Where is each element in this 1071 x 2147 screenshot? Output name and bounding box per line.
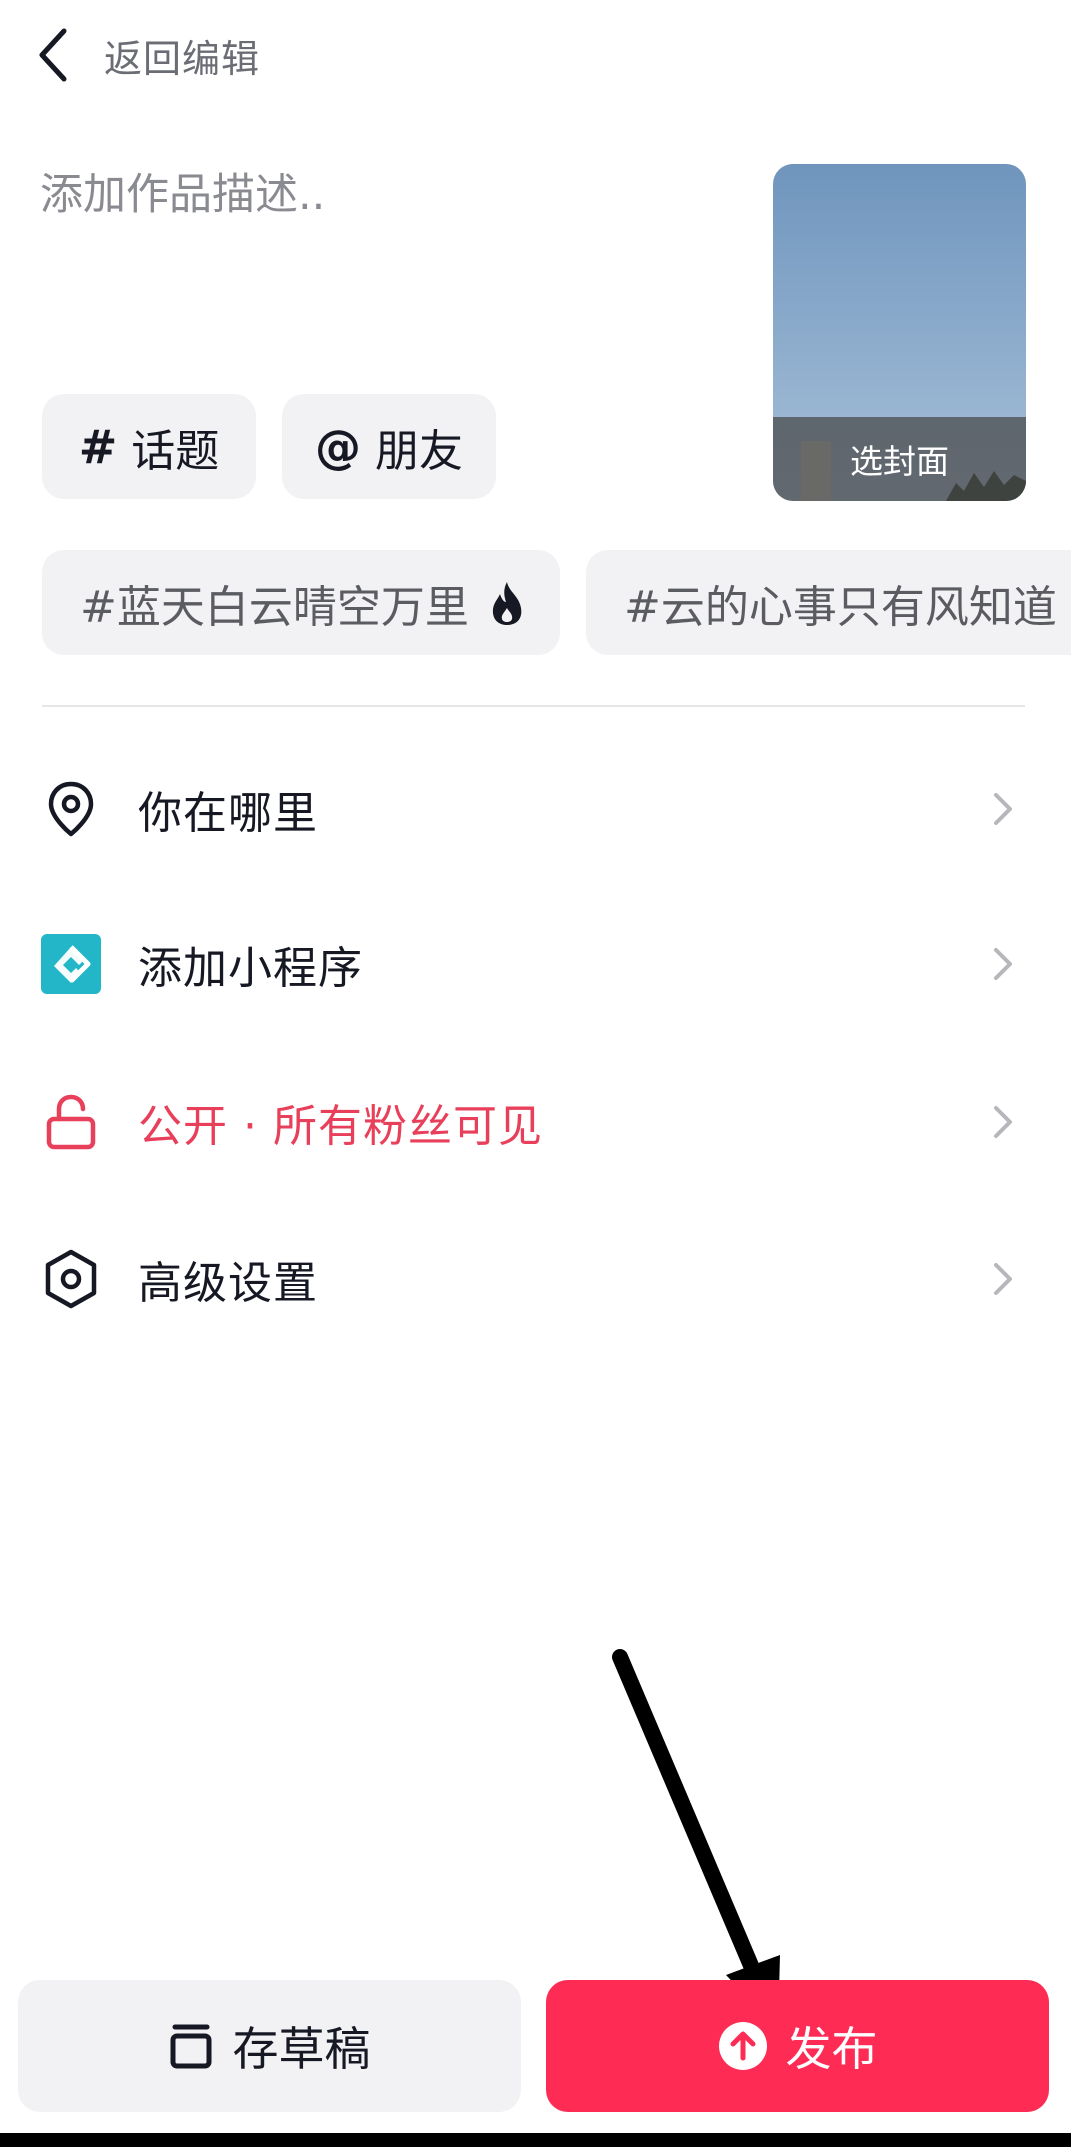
mini-program-icon bbox=[40, 933, 102, 995]
draft-box-icon bbox=[170, 2024, 211, 2069]
chevron-right-icon bbox=[994, 1106, 1012, 1138]
back-button[interactable]: 返回编辑 bbox=[30, 10, 260, 100]
description-input[interactable] bbox=[40, 160, 720, 390]
unlock-icon bbox=[40, 1091, 102, 1153]
advanced-settings-label: 高级设置 bbox=[138, 1258, 318, 1309]
chevron-left-icon bbox=[39, 28, 67, 82]
suggested-topic-chip[interactable]: #云的心事只有风知道 bbox=[586, 550, 1071, 655]
save-draft-button[interactable]: 存草稿 bbox=[18, 1980, 521, 2112]
chevron-right-icon bbox=[994, 948, 1012, 980]
publish-button[interactable]: 发布 bbox=[546, 1980, 1049, 2112]
fire-icon bbox=[492, 581, 522, 625]
topic-chip[interactable]: # 话题 bbox=[42, 394, 256, 499]
mini-program-label: 添加小程序 bbox=[138, 943, 363, 994]
upload-arrow-icon bbox=[718, 2022, 767, 2070]
suggested-topic-label: #蓝天白云晴空万里 bbox=[80, 581, 469, 633]
privacy-row[interactable]: 公开 · 所有粉丝可见 bbox=[0, 1057, 1071, 1187]
topic-chip-label: 话题 bbox=[131, 425, 220, 477]
advanced-settings-row[interactable]: 高级设置 bbox=[0, 1214, 1071, 1344]
mini-program-row[interactable]: 添加小程序 bbox=[0, 899, 1071, 1029]
chevron-right-icon bbox=[994, 793, 1012, 825]
back-label: 返回编辑 bbox=[104, 36, 261, 81]
at-icon: @ bbox=[315, 419, 361, 474]
publish-label: 发布 bbox=[785, 2022, 878, 2076]
settings-hexagon-icon bbox=[40, 1248, 102, 1310]
location-pin-icon bbox=[40, 778, 102, 840]
cover-selector[interactable]: 选封面 bbox=[773, 164, 1026, 501]
friend-chip[interactable]: @ 朋友 bbox=[282, 394, 496, 499]
suggested-topic-label: #云的心事只有风知道 bbox=[624, 581, 1057, 633]
save-draft-label: 存草稿 bbox=[232, 2022, 371, 2076]
divider bbox=[42, 705, 1025, 707]
location-row[interactable]: 你在哪里 bbox=[0, 744, 1071, 874]
privacy-label: 公开 · 所有粉丝可见 bbox=[138, 1101, 543, 1152]
hash-icon: # bbox=[78, 419, 118, 474]
cover-label: 选封面 bbox=[773, 417, 1026, 501]
location-label: 你在哪里 bbox=[138, 788, 318, 839]
friend-chip-label: 朋友 bbox=[375, 425, 463, 477]
bottom-edge-bar bbox=[0, 2133, 1071, 2147]
suggested-topic-chip[interactable]: #蓝天白云晴空万里 bbox=[42, 550, 560, 655]
chevron-right-icon bbox=[994, 1263, 1012, 1295]
